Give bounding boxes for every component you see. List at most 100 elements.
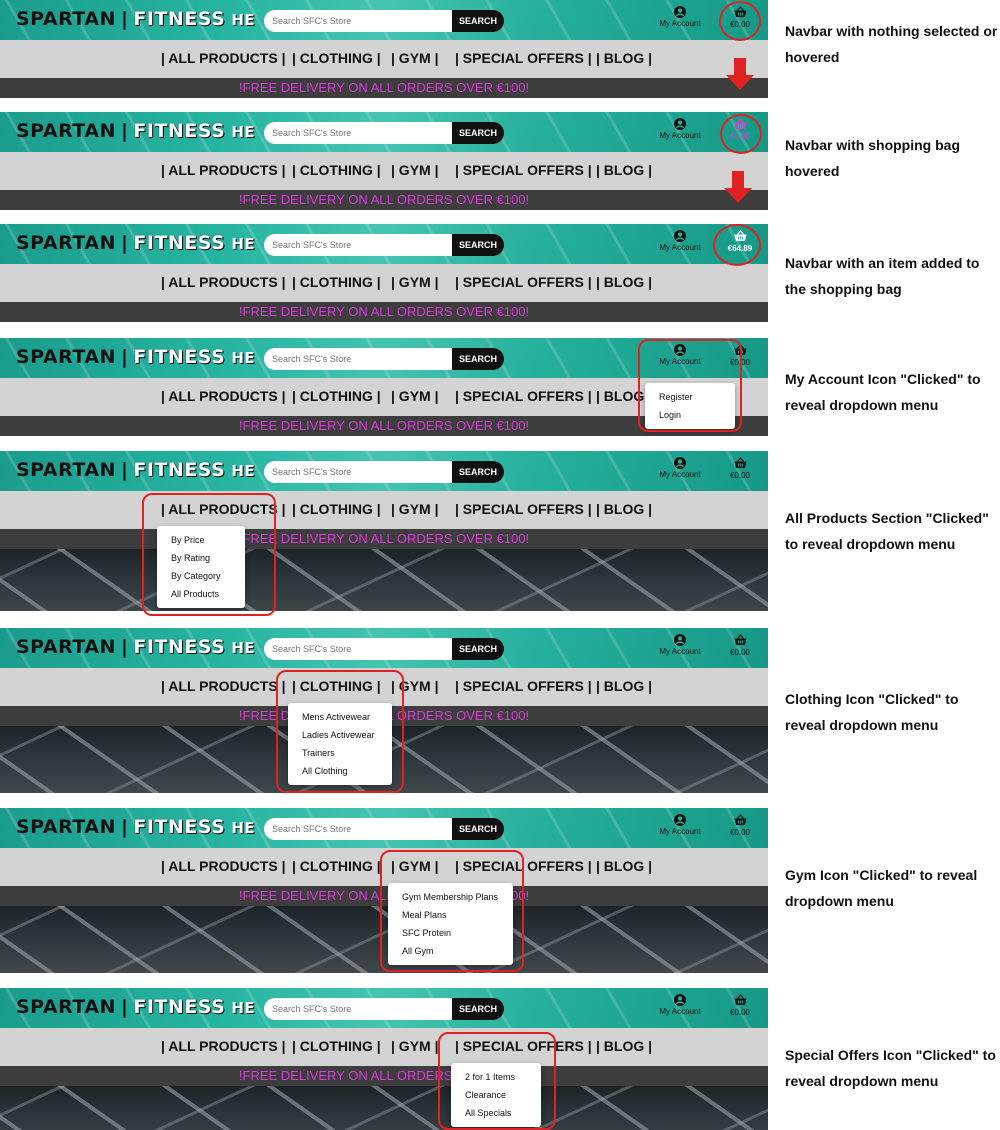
search-input[interactable] <box>264 234 452 256</box>
nav-blog[interactable]: | BLOG | <box>596 858 652 874</box>
dropdown-item[interactable]: Meal Plans <box>388 906 513 924</box>
user-circle-icon <box>674 814 686 826</box>
shopping-bag-link[interactable]: €0.00 <box>722 6 758 29</box>
nav-blog[interactable]: | BLOG | <box>596 274 652 290</box>
shopping-bag-link[interactable]: €0.00 <box>722 118 758 141</box>
nav-gym[interactable]: | GYM | <box>391 50 439 66</box>
nav-gym[interactable]: | GYM | <box>391 162 439 178</box>
search-input[interactable] <box>264 461 452 483</box>
nav-blog[interactable]: | BLOG | <box>596 388 652 404</box>
nav-blog[interactable]: | BLOG | <box>596 678 652 694</box>
nav-clothing[interactable]: | CLOTHING | <box>292 501 381 517</box>
my-account-link[interactable]: My Account <box>650 814 710 836</box>
dropdown-item[interactable]: By Rating <box>157 549 245 567</box>
search-input[interactable] <box>264 998 452 1020</box>
nav-gym[interactable]: | GYM | <box>391 1038 439 1054</box>
search-button[interactable]: SEARCH <box>452 818 504 840</box>
nav-special-offers[interactable]: | SPECIAL OFFERS | <box>455 388 592 404</box>
brand-logo[interactable]: SPARTAN | FITNESS HE <box>16 996 255 1018</box>
nav-clothing[interactable]: | CLOTHING | <box>292 388 381 404</box>
nav-blog[interactable]: | BLOG | <box>596 1038 652 1054</box>
dropdown-item[interactable]: Login <box>645 406 735 424</box>
my-account-link[interactable]: My Account <box>650 457 710 479</box>
search-input[interactable] <box>264 818 452 840</box>
shopping-bag-link[interactable]: €0.00 <box>722 814 758 837</box>
dropdown-item[interactable]: Register <box>645 388 735 406</box>
nav-clothing[interactable]: | CLOTHING | <box>292 274 381 290</box>
my-account-link[interactable]: My Account <box>650 344 710 366</box>
search-button[interactable]: SEARCH <box>452 638 504 660</box>
brand-logo[interactable]: SPARTAN | FITNESS HE <box>16 636 255 658</box>
dropdown-item[interactable]: By Price <box>157 531 245 549</box>
nav-all-products[interactable]: | ALL PRODUCTS | <box>161 162 286 178</box>
search-button[interactable]: SEARCH <box>452 234 504 256</box>
clothing-dropdown: Mens Activewear Ladies Activewear Trainers… <box>288 703 392 785</box>
dropdown-item[interactable]: Trainers <box>288 744 392 762</box>
search-input[interactable] <box>264 348 452 370</box>
search-button[interactable]: SEARCH <box>452 348 504 370</box>
shopping-bag-link[interactable]: €0.00 <box>722 634 758 657</box>
search-button[interactable]: SEARCH <box>452 122 504 144</box>
nav-clothing[interactable]: | CLOTHING | <box>292 50 381 66</box>
nav-all-products[interactable]: | ALL PRODUCTS | <box>161 678 286 694</box>
nav-all-products[interactable]: | ALL PRODUCTS | <box>161 274 286 290</box>
nav-special-offers[interactable]: | SPECIAL OFFERS | <box>455 1038 592 1054</box>
my-account-link[interactable]: My Account <box>650 230 710 252</box>
search-button[interactable]: SEARCH <box>452 10 504 32</box>
dropdown-item[interactable]: By Category <box>157 567 245 585</box>
dropdown-item[interactable]: All Specials <box>451 1104 541 1122</box>
nav-gym[interactable]: | GYM | <box>391 388 439 404</box>
brand-logo[interactable]: SPARTAN | FITNESS HE <box>16 8 255 30</box>
nav-all-products[interactable]: | ALL PRODUCTS | <box>161 1038 286 1054</box>
nav-gym[interactable]: | GYM | <box>391 678 439 694</box>
shopping-bag-link[interactable]: €64.89 <box>722 230 758 253</box>
dropdown-item[interactable]: Clearance <box>451 1086 541 1104</box>
dropdown-item[interactable]: SFC Protein <box>388 924 513 942</box>
nav-gym[interactable]: | GYM | <box>391 501 439 517</box>
dropdown-item[interactable]: 2 for 1 Items <box>451 1068 541 1086</box>
nav-gym[interactable]: | GYM | <box>391 274 439 290</box>
nav-all-products[interactable]: | ALL PRODUCTS | <box>161 501 286 517</box>
nav-special-offers[interactable]: | SPECIAL OFFERS | <box>455 858 592 874</box>
search-input[interactable] <box>264 10 452 32</box>
nav-gym[interactable]: | GYM | <box>391 858 439 874</box>
my-account-link[interactable]: My Account <box>650 6 710 28</box>
search-button[interactable]: SEARCH <box>452 461 504 483</box>
nav-blog[interactable]: | BLOG | <box>596 50 652 66</box>
search-button[interactable]: SEARCH <box>452 998 504 1020</box>
nav-special-offers[interactable]: | SPECIAL OFFERS | <box>455 274 592 290</box>
dropdown-item[interactable]: All Clothing <box>288 762 392 780</box>
nav-all-products[interactable]: | ALL PRODUCTS | <box>161 50 286 66</box>
brand-logo[interactable]: SPARTAN | FITNESS HE <box>16 346 255 368</box>
nav-special-offers[interactable]: | SPECIAL OFFERS | <box>455 501 592 517</box>
shopping-bag-link[interactable]: €0.00 <box>722 457 758 480</box>
brand-logo[interactable]: SPARTAN | FITNESS HE <box>16 120 255 142</box>
nav-blog[interactable]: | BLOG | <box>596 162 652 178</box>
dropdown-item[interactable]: Ladies Activewear <box>288 726 392 744</box>
search-input[interactable] <box>264 122 452 144</box>
shopping-bag-link[interactable]: €0.00 <box>722 344 758 367</box>
nav-clothing[interactable]: | CLOTHING | <box>292 858 381 874</box>
dropdown-item[interactable]: Gym Membership Plans <box>388 888 513 906</box>
nav-all-products[interactable]: | ALL PRODUCTS | <box>161 858 286 874</box>
nav-special-offers[interactable]: | SPECIAL OFFERS | <box>455 678 592 694</box>
my-account-link[interactable]: My Account <box>650 634 710 656</box>
my-account-link[interactable]: My Account <box>650 994 710 1016</box>
nav-special-offers[interactable]: | SPECIAL OFFERS | <box>455 50 592 66</box>
nav-special-offers[interactable]: | SPECIAL OFFERS | <box>455 162 592 178</box>
dropdown-item[interactable]: All Gym <box>388 942 513 960</box>
nav-all-products[interactable]: | ALL PRODUCTS | <box>161 388 286 404</box>
brand-logo[interactable]: SPARTAN | FITNESS HE <box>16 459 255 481</box>
shopping-bag-link[interactable]: €0.00 <box>722 994 758 1017</box>
brand-logo[interactable]: SPARTAN | FITNESS HE <box>16 816 255 838</box>
search-input[interactable] <box>264 638 452 660</box>
my-account-link[interactable]: My Account <box>650 118 710 140</box>
nav-clothing[interactable]: | CLOTHING | <box>292 678 381 694</box>
nav-blog[interactable]: | BLOG | <box>596 501 652 517</box>
brand-logo[interactable]: SPARTAN | FITNESS HE <box>16 232 255 254</box>
nav-clothing[interactable]: | CLOTHING | <box>292 162 381 178</box>
dropdown-item[interactable]: All Products <box>157 585 245 603</box>
bag-total: €64.89 <box>727 244 753 253</box>
nav-clothing[interactable]: | CLOTHING | <box>292 1038 381 1054</box>
dropdown-item[interactable]: Mens Activewear <box>288 708 392 726</box>
